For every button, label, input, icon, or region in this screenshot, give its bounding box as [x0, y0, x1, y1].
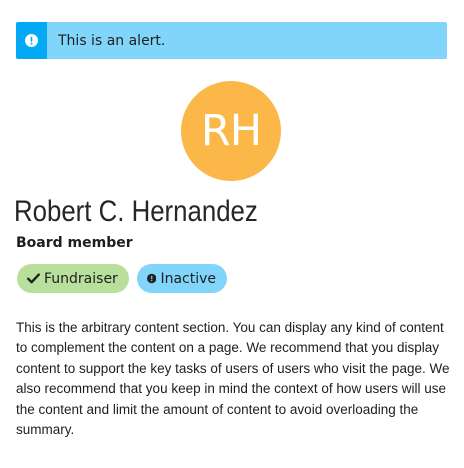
- inactive-badge: Inactive: [137, 264, 227, 293]
- alert-banner: This is an alert.: [16, 22, 447, 59]
- badge-list: Fundraiser Inactive: [17, 264, 227, 293]
- exclamation-circle-icon: [147, 273, 157, 284]
- avatar: RH: [181, 81, 281, 181]
- profile-name: Robert C. Hernandez: [14, 195, 258, 228]
- exclamation-circle-icon: [25, 34, 38, 47]
- alert-message: This is an alert.: [58, 32, 166, 49]
- badge-label: Inactive: [160, 270, 216, 287]
- content-section: This is the arbitrary content section. Y…: [16, 320, 450, 438]
- profile-role: Board member: [16, 235, 133, 251]
- check-icon: [27, 273, 40, 284]
- fundraiser-badge: Fundraiser: [17, 264, 129, 293]
- badge-label: Fundraiser: [44, 270, 118, 287]
- alert-icon-box: [16, 22, 47, 59]
